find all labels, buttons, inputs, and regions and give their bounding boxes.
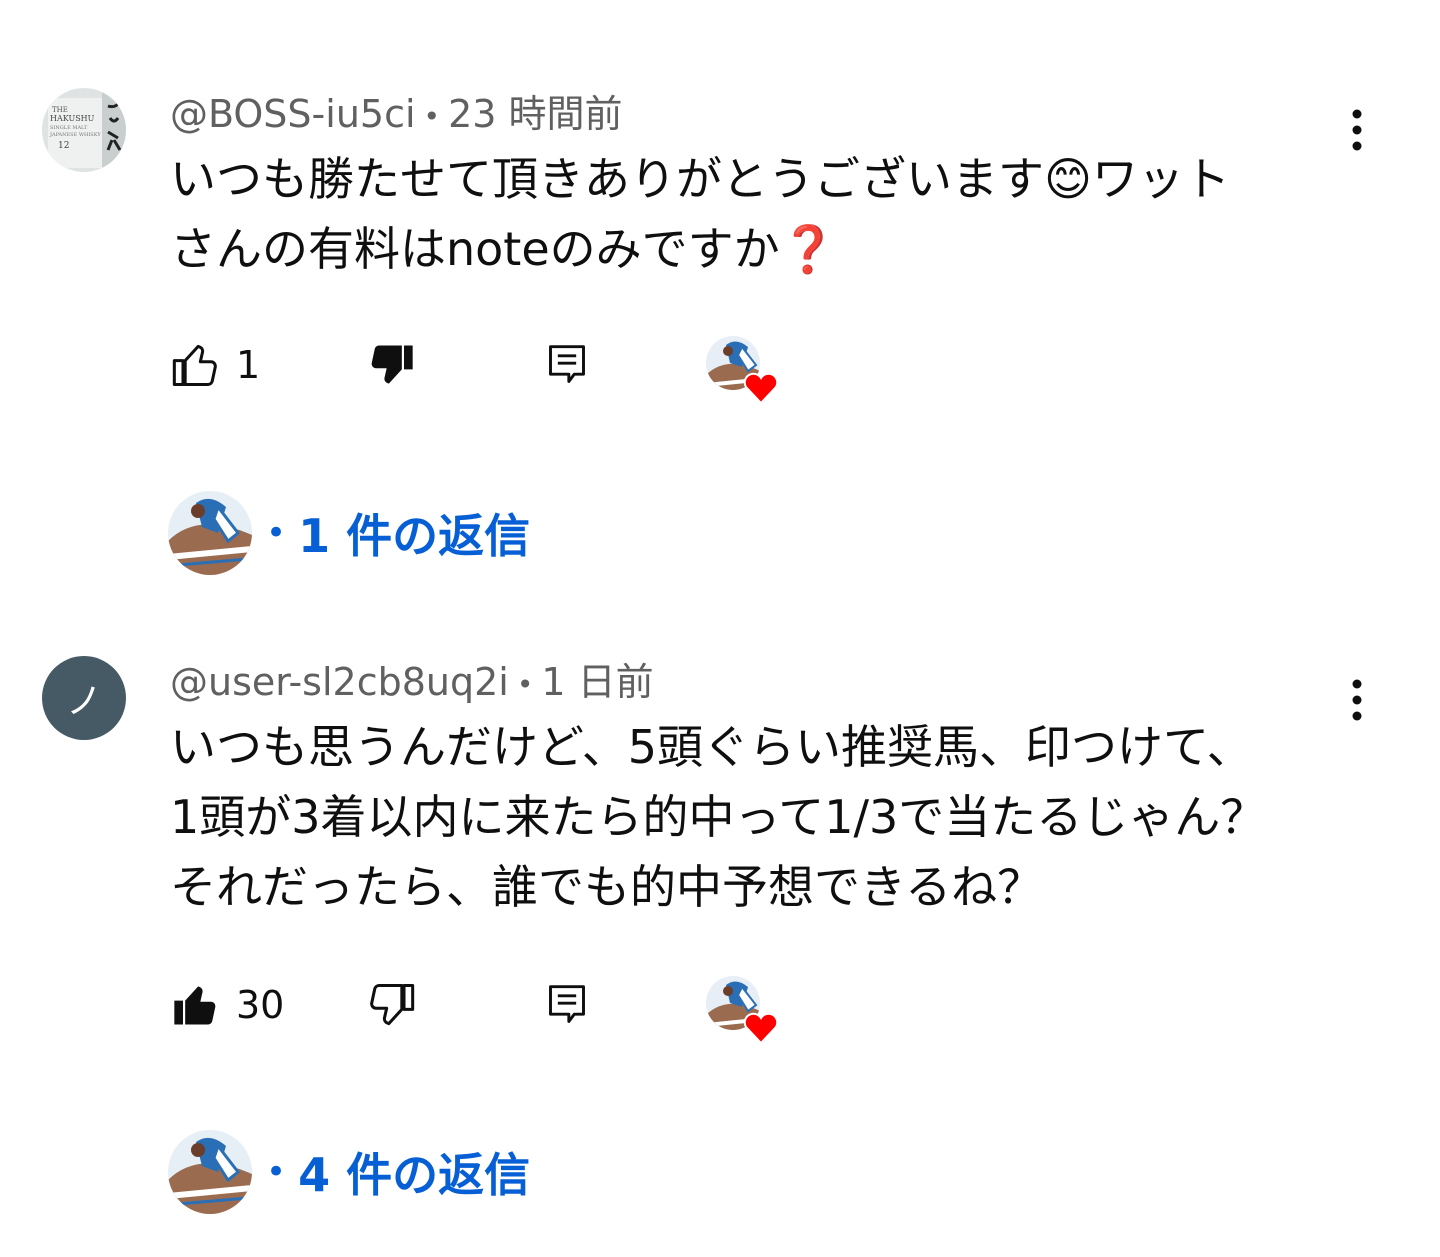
comment-time: 1 日前 (541, 660, 654, 704)
thumb-up-filled-icon (174, 986, 216, 1025)
meta-separator: • (516, 667, 534, 701)
author-name[interactable]: @user-sl2cb8uq2i (170, 660, 509, 704)
comment-time: 23 時間前 (448, 92, 623, 136)
comment-meta: @BOSS-iu5ci • 23 時間前 (170, 90, 623, 141)
creator-heart-icon (706, 976, 779, 1045)
whisky-bottle-avatar-icon: THE HAKUSHU SINGLE MALT JAPANESE WHISKY … (42, 88, 126, 172)
reply-avatar (168, 491, 252, 575)
comment-actions: 1 (170, 335, 810, 405)
like-button[interactable]: 1 (170, 335, 260, 395)
svg-text:HAKUSHU: HAKUSHU (50, 114, 95, 123)
like-button[interactable]: 30 (170, 975, 284, 1035)
meta-separator: • (423, 99, 441, 133)
creator-heart (706, 335, 782, 405)
author-name[interactable]: @BOSS-iu5ci (170, 92, 416, 136)
creator-heart (706, 975, 782, 1045)
replies-separator: • (266, 513, 287, 553)
svg-text:SINGLE MALT: SINGLE MALT (50, 125, 88, 131)
reply-button[interactable] (545, 975, 589, 1035)
like-count: 30 (236, 983, 285, 1027)
replies-count-label: 1 件の返信 (298, 509, 531, 563)
author-avatar[interactable]: THE HAKUSHU SINGLE MALT JAPANESE WHISKY … (42, 88, 126, 172)
avatar-letter: ノ (65, 681, 102, 722)
comment-text-line: いつも思うんだけど、5頭ぐらい推奨馬、印つけて、 (170, 720, 1253, 774)
comment-reply-icon (549, 345, 585, 383)
view-replies-button[interactable]: • 1 件の返信 (168, 488, 530, 578)
comment-text-line: 1頭が3着以内に来たら的中って1/3で当たるじゃん？ (170, 790, 1267, 844)
horse-racing-avatar-icon (168, 1130, 252, 1214)
comment-actions: 30 (170, 975, 810, 1045)
creator-heart-icon (706, 336, 779, 405)
thumb-down-outline-icon (370, 983, 415, 1026)
comment-text: いつも勝たせて頂きありがとうございます😊ワット さんの有料はnoteのみですか❓ (170, 144, 1350, 284)
thumb-down-filled-icon (371, 345, 413, 384)
comment-reply-icon (549, 985, 585, 1023)
dislike-button[interactable] (365, 335, 417, 395)
comment-text-line: それだったら、誰でも的中予想できるね？ (170, 860, 1044, 914)
comment-text: いつも思うんだけど、5頭ぐらい推奨馬、印つけて、 1頭が3着以内に来たら的中って… (170, 712, 1350, 922)
reply-button[interactable] (545, 335, 589, 395)
reply-avatar (168, 1130, 252, 1214)
replies-separator: • (266, 1152, 287, 1192)
replies-count-label: 4 件の返信 (298, 1148, 531, 1202)
horse-racing-avatar-icon (168, 491, 252, 575)
author-avatar[interactable]: ノ (42, 656, 126, 740)
view-replies-button[interactable]: • 4 件の返信 (168, 1127, 530, 1217)
comment-meta: @user-sl2cb8uq2i • 1 日前 (170, 658, 654, 709)
svg-text:THE: THE (52, 106, 68, 114)
svg-text:JAPANESE WHISKY: JAPANESE WHISKY (49, 132, 101, 138)
thumb-up-outline-icon (172, 344, 217, 387)
comment-text-line: さんの有料はnoteのみですか❓ (170, 222, 837, 276)
dislike-button[interactable] (365, 975, 417, 1035)
like-count: 1 (236, 343, 261, 387)
comment-text-line: いつも勝たせて頂きありがとうございます😊ワット (170, 152, 1230, 206)
svg-text:12: 12 (58, 141, 69, 151)
